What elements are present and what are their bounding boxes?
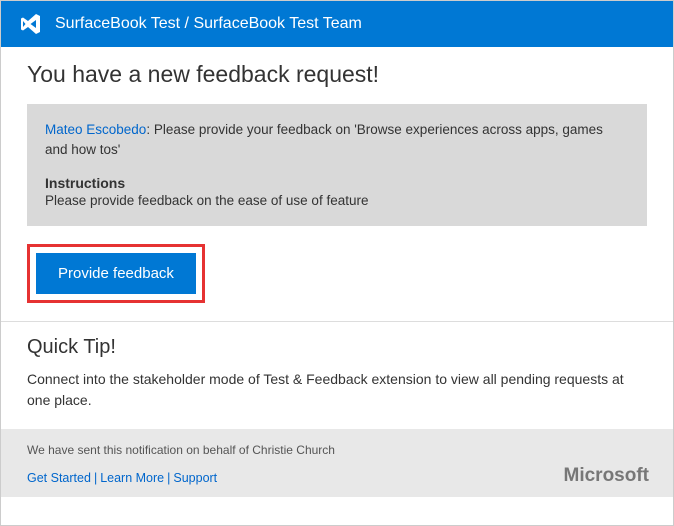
page-title: You have a new feedback request! xyxy=(27,61,647,88)
header-title: SurfaceBook Test / SurfaceBook Test Team xyxy=(55,15,362,33)
footer-notice: We have sent this notification on behalf… xyxy=(27,443,647,457)
footer-notice-name: Christie Church xyxy=(252,443,335,457)
footer: We have sent this notification on behalf… xyxy=(1,429,673,497)
request-text: Mateo Escobedo: Please provide your feed… xyxy=(45,120,629,161)
requester-name-link[interactable]: Mateo Escobedo xyxy=(45,122,146,137)
link-separator: | xyxy=(94,471,97,485)
link-separator: | xyxy=(167,471,170,485)
support-link[interactable]: Support xyxy=(173,471,217,485)
visual-studio-icon xyxy=(17,11,43,37)
provide-feedback-button[interactable]: Provide feedback xyxy=(36,253,196,294)
main-content: You have a new feedback request! Mateo E… xyxy=(1,47,673,321)
get-started-link[interactable]: Get Started xyxy=(27,471,91,485)
quick-tip-text: Connect into the stakeholder mode of Tes… xyxy=(27,369,647,411)
quick-tip-section: Quick Tip! Connect into the stakeholder … xyxy=(1,336,673,429)
header-bar: SurfaceBook Test / SurfaceBook Test Team xyxy=(1,1,673,47)
button-highlight-frame: Provide feedback xyxy=(27,244,205,303)
learn-more-link[interactable]: Learn More xyxy=(100,471,164,485)
section-divider xyxy=(1,321,673,322)
feedback-request-box: Mateo Escobedo: Please provide your feed… xyxy=(27,104,647,226)
footer-links: Get Started|Learn More|Support xyxy=(27,471,647,485)
instructions-text: Please provide feedback on the ease of u… xyxy=(45,193,629,208)
microsoft-logo: Microsoft xyxy=(564,465,650,487)
quick-tip-title: Quick Tip! xyxy=(27,336,647,359)
footer-notice-prefix: We have sent this notification on behalf… xyxy=(27,443,252,457)
instructions-label: Instructions xyxy=(45,175,629,191)
